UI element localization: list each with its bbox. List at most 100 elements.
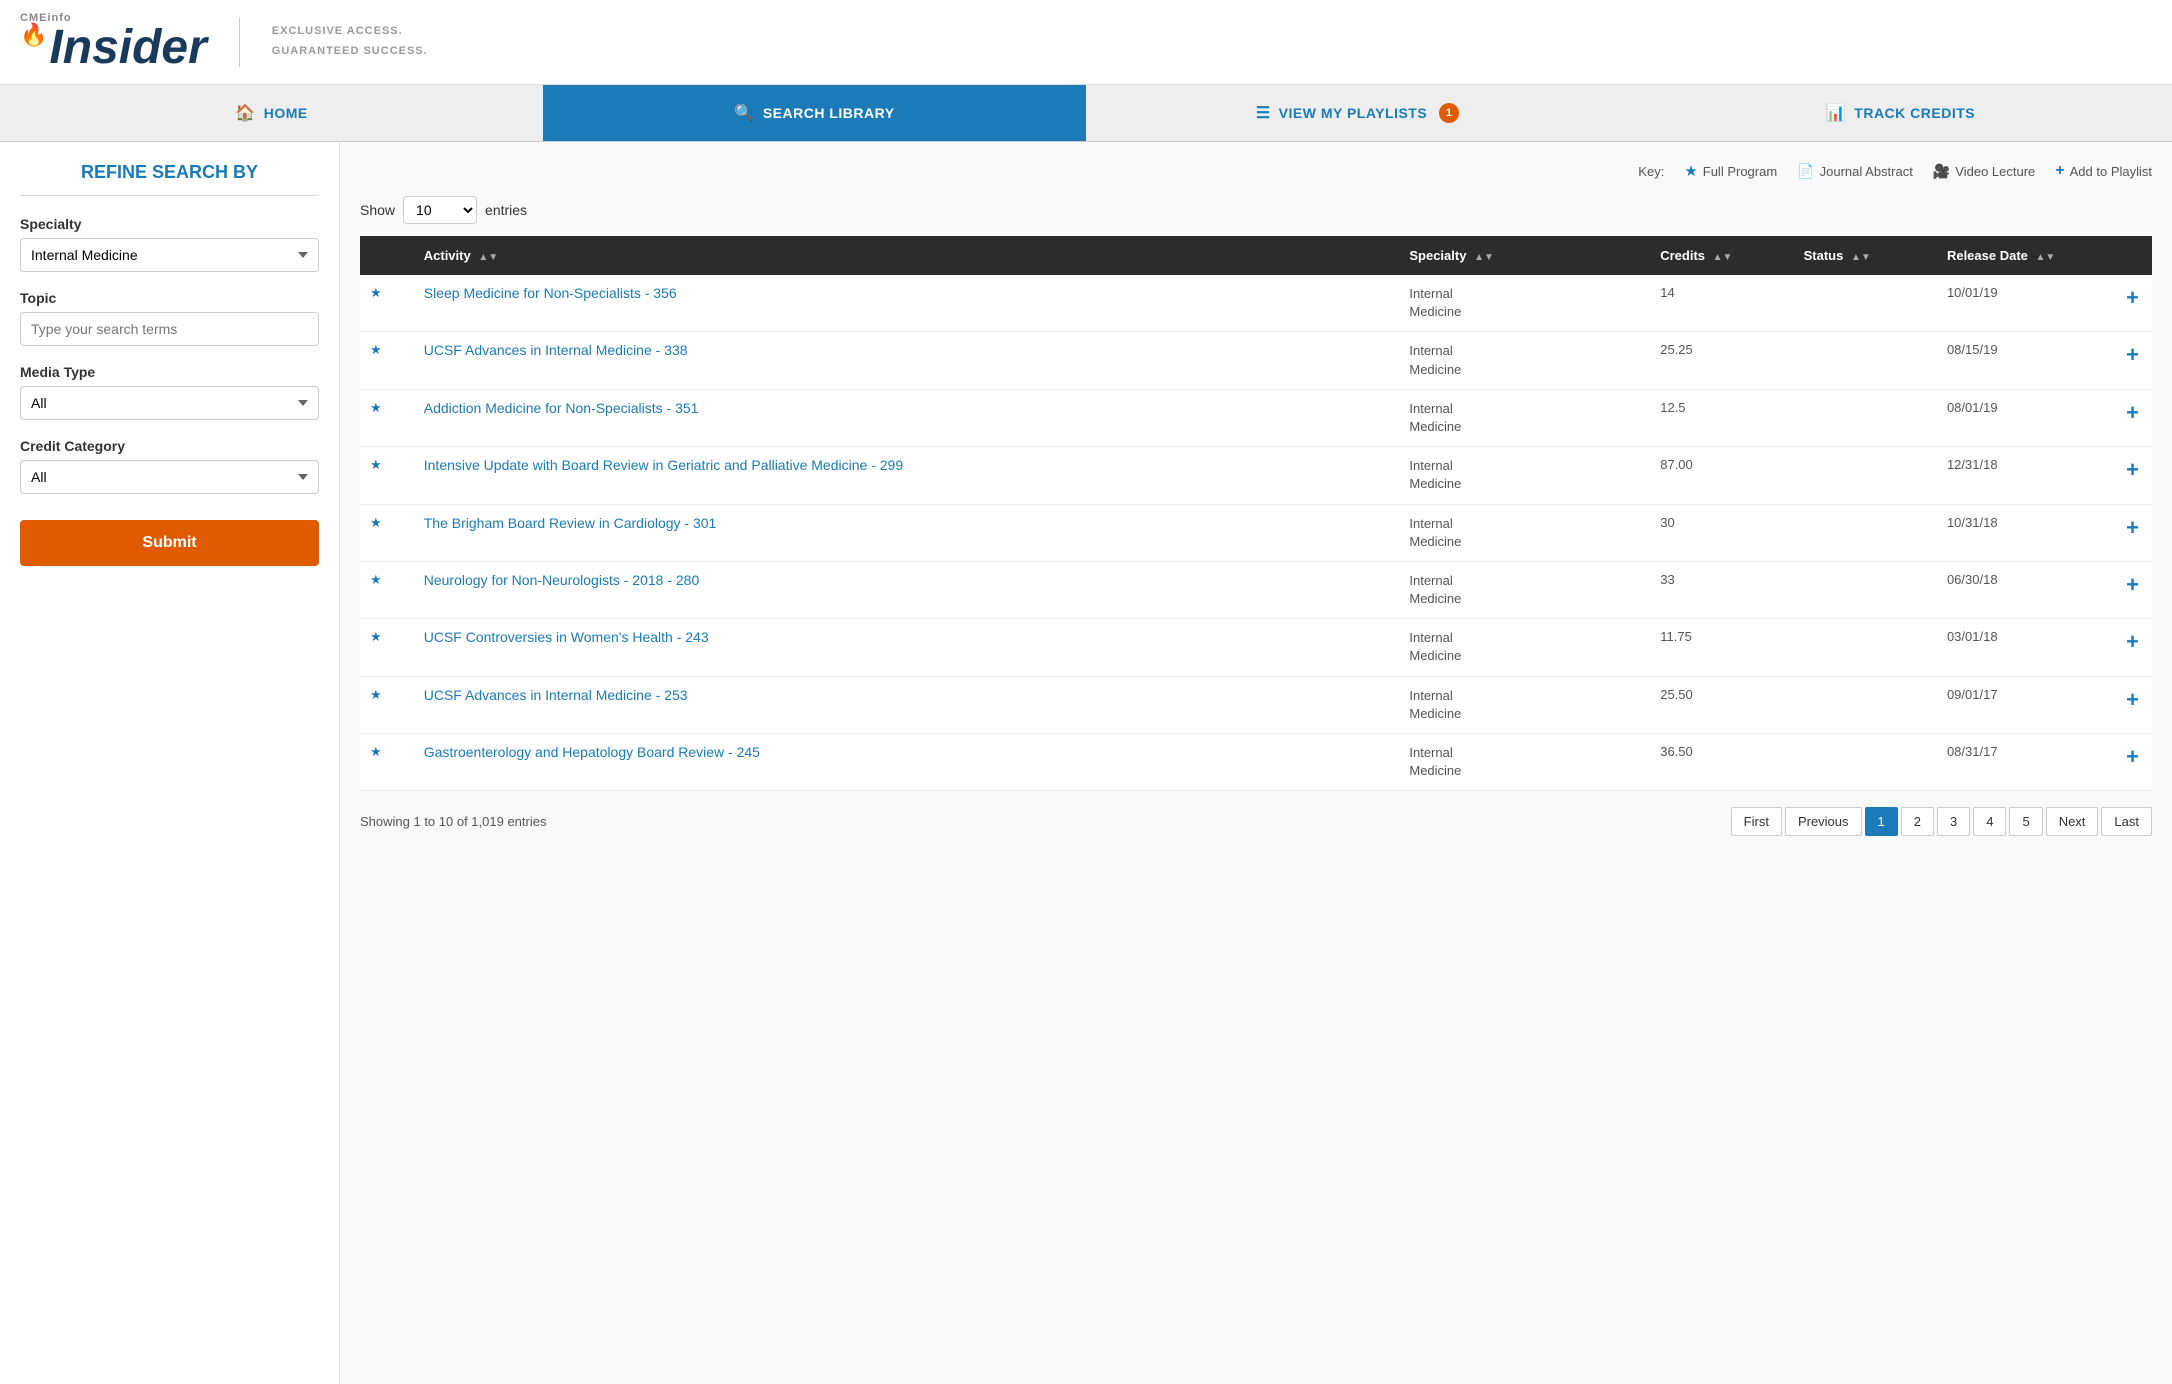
entries-select[interactable]: 10 25 50 100 [403, 196, 477, 224]
row-date-1: 08/15/19 [1937, 332, 2116, 389]
logo-area: CMEinfo 🔥 Insider EXCLUSIVE ACCESS.GUARA… [20, 12, 428, 72]
add-to-playlist-button-1[interactable]: + [2126, 342, 2139, 367]
table-header-row: Activity ▲▼ Specialty ▲▼ Credits ▲▼ Stat… [360, 236, 2152, 275]
row-add-3: + [2116, 447, 2152, 504]
entries-label: entries [485, 202, 527, 218]
search-icon: 🔍 [734, 103, 754, 123]
activity-link-6[interactable]: UCSF Controversies in Women's Health - 2… [424, 629, 709, 645]
pagination-row: Showing 1 to 10 of 1,019 entries First P… [360, 807, 2152, 836]
th-date[interactable]: Release Date ▲▼ [1937, 236, 2116, 275]
row-date-0: 10/01/19 [1937, 275, 2116, 332]
row-credits-4: 30 [1650, 504, 1793, 561]
page-3-button[interactable]: 3 [1937, 807, 1970, 836]
activity-sort-icon: ▲▼ [478, 252, 498, 263]
row-activity-7: UCSF Advances in Internal Medicine - 253 [414, 676, 1400, 733]
page-5-button[interactable]: 5 [2009, 807, 2042, 836]
media-type-select[interactable]: All Video Lecture Journal Abstract Full … [20, 386, 319, 420]
row-activity-3: Intensive Update with Board Review in Ge… [414, 447, 1400, 504]
nav-credits[interactable]: 📊 TRACK CREDITS [1629, 85, 2172, 141]
add-to-playlist-button-6[interactable]: + [2126, 629, 2139, 654]
nav-home-label: HOME [264, 105, 308, 121]
first-page-button[interactable]: First [1731, 807, 1782, 836]
page-2-button[interactable]: 2 [1901, 807, 1934, 836]
row-activity-5: Neurology for Non-Neurologists - 2018 - … [414, 561, 1400, 618]
activity-link-0[interactable]: Sleep Medicine for Non-Specialists - 356 [424, 285, 677, 301]
nav-home[interactable]: 🏠 HOME [0, 85, 543, 141]
status-sort-icon: ▲▼ [1851, 252, 1871, 263]
credits-icon: 📊 [1826, 103, 1846, 123]
row-status-8 [1794, 734, 1937, 791]
activity-link-1[interactable]: UCSF Advances in Internal Medicine - 338 [424, 342, 688, 358]
next-page-button[interactable]: Next [2046, 807, 2099, 836]
header: CMEinfo 🔥 Insider EXCLUSIVE ACCESS.GUARA… [0, 0, 2172, 85]
row-specialty-4: InternalMedicine [1399, 504, 1650, 561]
row-credits-2: 12.5 [1650, 389, 1793, 446]
video-icon: 🎥 [1933, 163, 1950, 180]
th-action [2116, 236, 2152, 275]
table-row: ★ Addiction Medicine for Non-Specialists… [360, 389, 2152, 446]
row-specialty-7: InternalMedicine [1399, 676, 1650, 733]
nav-search[interactable]: 🔍 SEARCH LIBRARY [543, 85, 1086, 141]
row-activity-8: Gastroenterology and Hepatology Board Re… [414, 734, 1400, 791]
activity-link-7[interactable]: UCSF Advances in Internal Medicine - 253 [424, 687, 688, 703]
row-specialty-8: InternalMedicine [1399, 734, 1650, 791]
row-star-6: ★ [360, 619, 414, 676]
table-row: ★ The Brigham Board Review in Cardiology… [360, 504, 2152, 561]
row-star-3: ★ [360, 447, 414, 504]
pagination-info: Showing 1 to 10 of 1,019 entries [360, 814, 546, 829]
row-star-2: ★ [360, 389, 414, 446]
add-to-playlist-button-3[interactable]: + [2126, 457, 2139, 482]
add-to-playlist-button-5[interactable]: + [2126, 572, 2139, 597]
add-to-playlist-button-0[interactable]: + [2126, 285, 2139, 310]
nav-search-label: SEARCH LIBRARY [763, 105, 895, 121]
add-to-playlist-button-7[interactable]: + [2126, 687, 2139, 712]
last-page-button[interactable]: Last [2101, 807, 2152, 836]
row-add-6: + [2116, 619, 2152, 676]
row-add-4: + [2116, 504, 2152, 561]
table-row: ★ UCSF Advances in Internal Medicine - 2… [360, 676, 2152, 733]
row-status-7 [1794, 676, 1937, 733]
page-1-button[interactable]: 1 [1865, 807, 1898, 836]
activity-link-5[interactable]: Neurology for Non-Neurologists - 2018 - … [424, 572, 699, 588]
row-specialty-5: InternalMedicine [1399, 561, 1650, 618]
specialty-select[interactable]: Internal Medicine Cardiology Neurology O… [20, 238, 319, 272]
activity-link-8[interactable]: Gastroenterology and Hepatology Board Re… [424, 744, 760, 760]
add-to-playlist-button-2[interactable]: + [2126, 400, 2139, 425]
row-status-5 [1794, 561, 1937, 618]
nav-playlists[interactable]: ☰ VIEW MY PLAYLISTS 1 [1086, 85, 1629, 141]
previous-page-button[interactable]: Previous [1785, 807, 1862, 836]
key-journal-abstract-label: Journal Abstract [1820, 164, 1913, 179]
th-credits[interactable]: Credits ▲▼ [1650, 236, 1793, 275]
activity-link-3[interactable]: Intensive Update with Board Review in Ge… [424, 457, 903, 473]
show-label: Show [360, 202, 395, 218]
activity-link-4[interactable]: The Brigham Board Review in Cardiology -… [424, 515, 717, 531]
row-add-1: + [2116, 332, 2152, 389]
add-to-playlist-button-8[interactable]: + [2126, 744, 2139, 769]
activity-link-2[interactable]: Addiction Medicine for Non-Specialists -… [424, 400, 699, 416]
th-status[interactable]: Status ▲▼ [1794, 236, 1937, 275]
row-date-7: 09/01/17 [1937, 676, 2116, 733]
sidebar-title: REFINE SEARCH BY [20, 162, 319, 196]
row-date-3: 12/31/18 [1937, 447, 2116, 504]
add-to-playlist-button-4[interactable]: + [2126, 515, 2139, 540]
main-content: REFINE SEARCH BY Specialty Internal Medi… [0, 142, 2172, 1384]
submit-button[interactable]: Submit [20, 520, 319, 566]
th-specialty[interactable]: Specialty ▲▼ [1399, 236, 1650, 275]
page-4-button[interactable]: 4 [1973, 807, 2006, 836]
row-credits-6: 11.75 [1650, 619, 1793, 676]
logo-flame: 🔥 [20, 24, 47, 46]
row-star-1: ★ [360, 332, 414, 389]
row-activity-4: The Brigham Board Review in Cardiology -… [414, 504, 1400, 561]
row-status-4 [1794, 504, 1937, 561]
row-date-5: 06/30/18 [1937, 561, 2116, 618]
key-video-lecture: 🎥 Video Lecture [1933, 163, 2035, 180]
logo-tagline: EXCLUSIVE ACCESS.GUARANTEED SUCCESS. [272, 22, 428, 62]
th-activity[interactable]: Activity ▲▼ [414, 236, 1400, 275]
topic-input[interactable] [20, 312, 319, 346]
playlists-badge: 1 [1439, 103, 1459, 123]
table-row: ★ Sleep Medicine for Non-Specialists - 3… [360, 275, 2152, 332]
activity-table: Activity ▲▼ Specialty ▲▼ Credits ▲▼ Stat… [360, 236, 2152, 791]
row-specialty-3: InternalMedicine [1399, 447, 1650, 504]
topic-label: Topic [20, 290, 319, 306]
credit-category-select[interactable]: All AMA PRA Category 1 MOC [20, 460, 319, 494]
